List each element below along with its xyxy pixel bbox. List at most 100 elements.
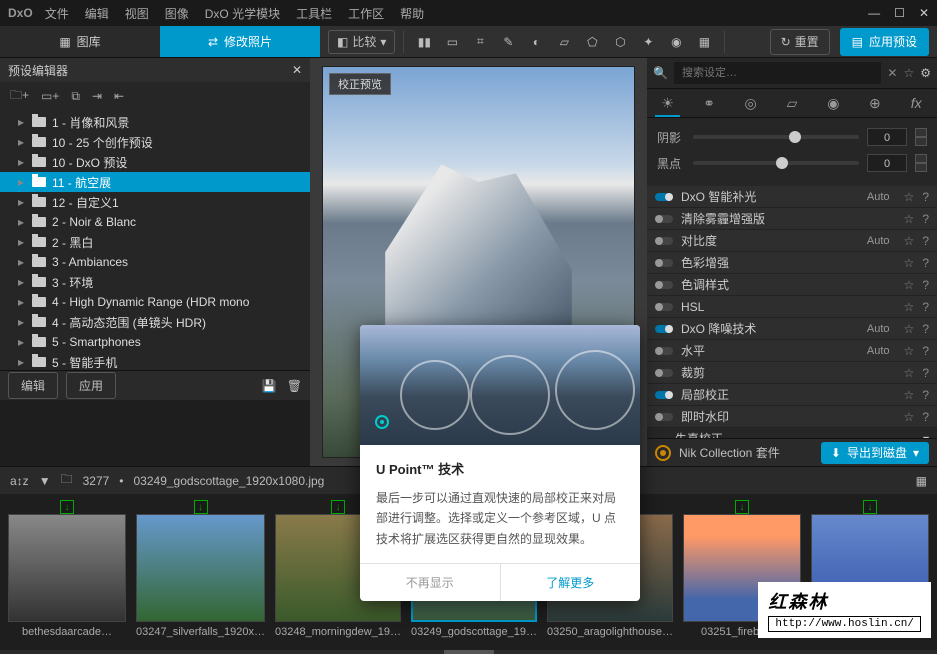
- copy-icon[interactable]: ⧉: [71, 89, 80, 104]
- help-icon[interactable]: ?: [922, 388, 929, 402]
- learn-more-button[interactable]: 了解更多: [500, 564, 641, 601]
- preset-item[interactable]: ▸2 - Noir & Blanc: [0, 212, 310, 232]
- toggle-switch[interactable]: [655, 215, 673, 223]
- tab-library[interactable]: ▦ 图库: [0, 26, 160, 57]
- preset-item[interactable]: ▸5 - 智能手机: [0, 352, 310, 370]
- help-icon[interactable]: ?: [922, 366, 929, 380]
- search-input[interactable]: [674, 62, 881, 84]
- help-icon[interactable]: ?: [922, 190, 929, 204]
- reset-button[interactable]: ↻ 重置: [770, 29, 830, 55]
- black-value[interactable]: 0: [867, 154, 907, 172]
- adjustment-item[interactable]: 水平Auto☆?: [647, 340, 937, 362]
- adjustment-item[interactable]: 清除雾霾增强版☆?: [647, 208, 937, 230]
- toggle-switch[interactable]: [655, 413, 673, 421]
- help-icon[interactable]: ?: [922, 234, 929, 248]
- eyedropper-icon[interactable]: ✎: [496, 30, 520, 54]
- favorite-icon[interactable]: ☆: [904, 300, 915, 314]
- close-icon[interactable]: ✕: [292, 63, 302, 77]
- clear-search-icon[interactable]: ✕: [887, 66, 897, 80]
- redeye-icon[interactable]: ◉: [664, 30, 688, 54]
- filter-icon[interactable]: ▼: [39, 474, 51, 488]
- minimize-button[interactable]: —: [868, 6, 880, 20]
- menu-help[interactable]: 帮助: [400, 5, 424, 22]
- export-to-disk-button[interactable]: ⬇ 导出到磁盘 ▾: [821, 442, 929, 464]
- menu-image[interactable]: 图像: [165, 5, 189, 22]
- cat-watermark[interactable]: ⊕: [854, 89, 895, 117]
- preset-item[interactable]: ▸5 - Smartphones: [0, 332, 310, 352]
- help-icon[interactable]: ?: [922, 410, 929, 424]
- favorite-icon[interactable]: ☆: [904, 190, 915, 204]
- favorite-icon[interactable]: ☆: [904, 322, 915, 336]
- perspective-icon[interactable]: ⬠: [580, 30, 604, 54]
- toggle-switch[interactable]: [655, 193, 673, 201]
- thumbnail[interactable]: ↓03247_silverfalls_1920x…: [134, 500, 267, 644]
- adjustment-item[interactable]: 对比度Auto☆?: [647, 230, 937, 252]
- preset-item[interactable]: ▸3 - Ambiances: [0, 252, 310, 272]
- preset-item[interactable]: ▸3 - 环境: [0, 272, 310, 292]
- favorite-icon[interactable]: ☆: [904, 278, 915, 292]
- favorite-icon[interactable]: ☆: [904, 212, 915, 226]
- sort-icon[interactable]: a↕z: [10, 474, 29, 488]
- help-icon[interactable]: ?: [922, 278, 929, 292]
- dont-show-button[interactable]: 不再显示: [360, 564, 500, 601]
- shadow-value[interactable]: 0: [867, 128, 907, 146]
- horizon-icon[interactable]: ▱: [552, 30, 576, 54]
- help-icon[interactable]: ?: [922, 300, 929, 314]
- adjustment-item[interactable]: 局部校正☆?: [647, 384, 937, 406]
- preset-item[interactable]: ▸10 - DxO 预设: [0, 152, 310, 172]
- tab-edit-photo[interactable]: ⇄ 修改照片: [160, 26, 320, 57]
- adjustment-item[interactable]: 色调样式☆?: [647, 274, 937, 296]
- black-track[interactable]: [693, 161, 859, 165]
- grid-view-icon[interactable]: ▮▮: [412, 30, 436, 54]
- edit-button[interactable]: 编辑: [8, 372, 58, 399]
- toggle-switch[interactable]: [655, 259, 673, 267]
- preview-icon[interactable]: ▦: [692, 30, 716, 54]
- cat-fx[interactable]: fx: [896, 89, 937, 117]
- menu-file[interactable]: 文件: [45, 5, 69, 22]
- preset-item[interactable]: ▸2 - 黑白: [0, 232, 310, 252]
- save-icon[interactable]: 💾: [262, 379, 277, 393]
- favorites-icon[interactable]: ☆: [903, 66, 914, 80]
- favorite-icon[interactable]: ☆: [904, 256, 915, 270]
- apply-preset-button[interactable]: ▤ 应用预设: [840, 28, 929, 56]
- menu-workspace[interactable]: 工作区: [348, 5, 384, 22]
- preset-item[interactable]: ▸12 - 自定义1: [0, 192, 310, 212]
- cat-color[interactable]: ⚭: [688, 89, 729, 117]
- favorite-icon[interactable]: ☆: [904, 388, 915, 402]
- black-stepper[interactable]: [915, 154, 927, 172]
- thumbnail[interactable]: ↓bethesdaarcade…: [6, 500, 128, 644]
- preset-item[interactable]: ▸11 - 航空展: [0, 172, 310, 192]
- dehaze-icon[interactable]: ◐: [524, 30, 548, 54]
- preset-item[interactable]: ▸4 - High Dynamic Range (HDR mono: [0, 292, 310, 312]
- menu-view[interactable]: 视图: [125, 5, 149, 22]
- toggle-switch[interactable]: [655, 281, 673, 289]
- adjustment-item[interactable]: DxO 降噪技术Auto☆?: [647, 318, 937, 340]
- new-folder-icon[interactable]: 🗀+: [10, 86, 29, 107]
- new-preset-icon[interactable]: ▭+: [41, 89, 59, 103]
- preset-tree[interactable]: ▸1 - 肖像和风景▸10 - 25 个创作预设▸10 - DxO 预设▸11 …: [0, 110, 310, 370]
- help-icon[interactable]: ?: [922, 256, 929, 270]
- toggle-switch[interactable]: [655, 303, 673, 311]
- toggle-switch[interactable]: [655, 391, 673, 399]
- toggle-switch[interactable]: [655, 325, 673, 333]
- menu-optics[interactable]: DxO 光学模块: [205, 5, 280, 22]
- adjustment-item[interactable]: HSL☆?: [647, 296, 937, 318]
- adjustment-item[interactable]: 失真校正▾: [647, 428, 937, 438]
- toggle-switch[interactable]: [655, 347, 673, 355]
- cat-light[interactable]: ☀: [647, 89, 688, 117]
- menu-toolbar[interactable]: 工具栏: [296, 5, 332, 22]
- single-view-icon[interactable]: ▭: [440, 30, 464, 54]
- shadow-stepper[interactable]: [915, 128, 927, 146]
- favorite-icon[interactable]: ☆: [904, 366, 915, 380]
- close-button[interactable]: ✕: [919, 6, 929, 20]
- toggle-switch[interactable]: [655, 237, 673, 245]
- favorite-icon[interactable]: ☆: [904, 234, 915, 248]
- favorite-icon[interactable]: ☆: [904, 344, 915, 358]
- cat-geometry[interactable]: ▱: [771, 89, 812, 117]
- preset-item[interactable]: ▸10 - 25 个创作预设: [0, 132, 310, 152]
- preset-item[interactable]: ▸4 - 高动态范围 (单镜头 HDR): [0, 312, 310, 332]
- maximize-button[interactable]: ☐: [894, 6, 905, 20]
- cat-local[interactable]: ◉: [813, 89, 854, 117]
- favorite-icon[interactable]: ☆: [904, 410, 915, 424]
- adjustment-item[interactable]: 裁剪☆?: [647, 362, 937, 384]
